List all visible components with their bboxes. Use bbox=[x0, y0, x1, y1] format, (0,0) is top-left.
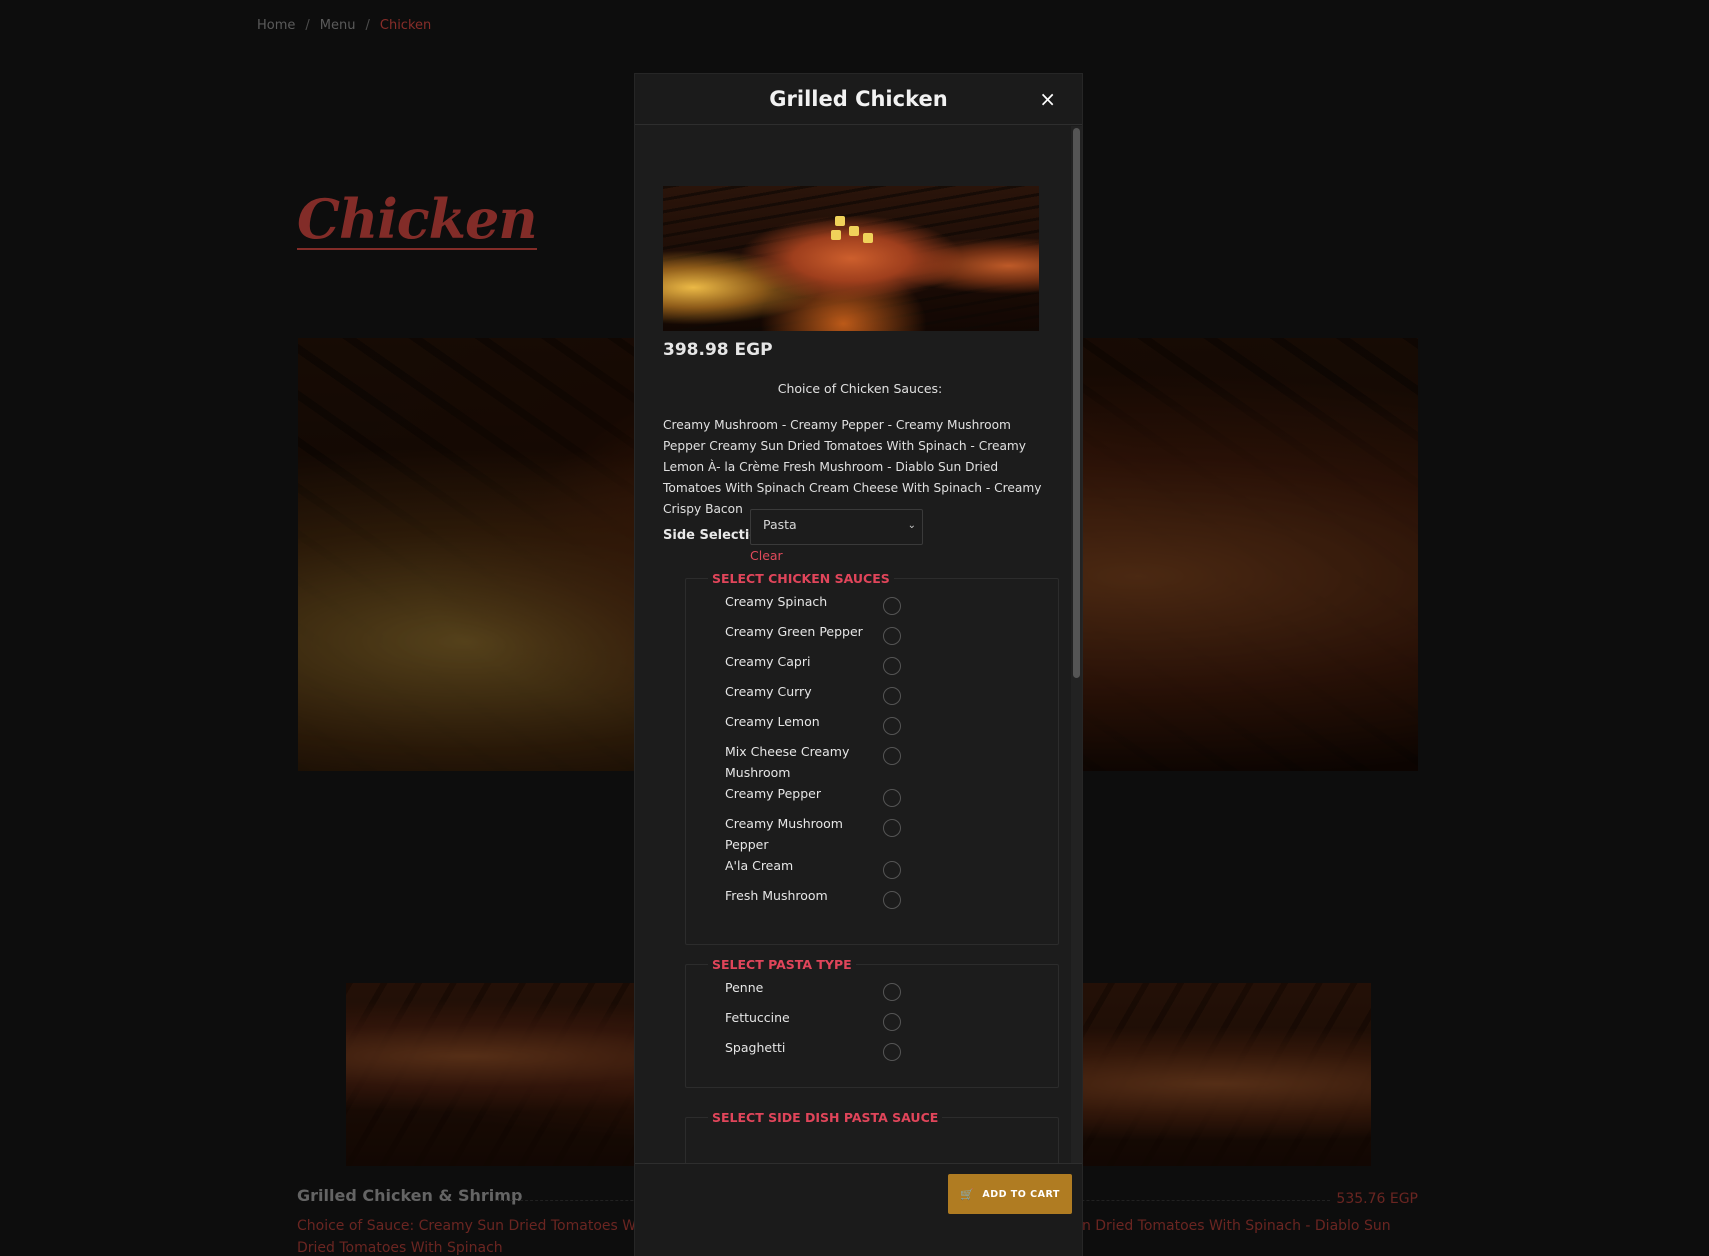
pasta-option-radio[interactable] bbox=[883, 1013, 901, 1031]
pasta-option-radio[interactable] bbox=[883, 1043, 901, 1061]
modal-title: Grilled Chicken bbox=[769, 87, 948, 111]
clear-selection-link[interactable]: Clear bbox=[750, 548, 783, 563]
product-image bbox=[663, 186, 1039, 331]
sauce-option-radio[interactable] bbox=[883, 597, 901, 615]
garnish-shape bbox=[863, 233, 873, 243]
pasta-options-list: Penne Fettuccine Spaghetti bbox=[685, 957, 1059, 1088]
sauce-option-radio[interactable] bbox=[883, 861, 901, 879]
modal-scrollbar[interactable] bbox=[1071, 126, 1082, 1236]
sauce-option-radio[interactable] bbox=[883, 891, 901, 909]
pasta-option-radio[interactable] bbox=[883, 983, 901, 1001]
close-icon[interactable]: × bbox=[1039, 87, 1056, 111]
garnish-shape bbox=[831, 230, 841, 240]
chevron-down-icon: ⌄ bbox=[907, 520, 916, 531]
product-description: Creamy Mushroom - Creamy Pepper - Creamy… bbox=[663, 418, 1042, 516]
choice-heading: Choice of Chicken Sauces: bbox=[777, 381, 943, 396]
sauce-options-list: Creamy Spinach Creamy Green Pepper Cream… bbox=[685, 571, 1059, 945]
side-selection-select[interactable]: Pasta ⌄ bbox=[750, 509, 923, 545]
sauce-option-radio[interactable] bbox=[883, 789, 901, 807]
modal-body: 398.98 EGP Choice of Chicken Sauces: Cre… bbox=[635, 126, 1082, 1236]
sauce-option-label: Mix Cheese Creamy Mushroom bbox=[725, 744, 850, 780]
garnish-shape bbox=[835, 216, 845, 226]
garnish-shape bbox=[849, 226, 859, 236]
add-to-cart-label: ADD TO CART bbox=[982, 1188, 1060, 1200]
product-modal: Grilled Chicken × 398.98 EGP Choice of C… bbox=[634, 73, 1083, 1256]
sauce-option-radio[interactable] bbox=[883, 657, 901, 675]
sauce-option-radio[interactable] bbox=[883, 687, 901, 705]
add-to-cart-button[interactable]: 🛒 ADD TO CART bbox=[948, 1174, 1072, 1214]
side-selection-value: Pasta bbox=[763, 517, 797, 532]
sauce-option-radio[interactable] bbox=[883, 717, 901, 735]
sauce-option-radio[interactable] bbox=[883, 627, 901, 645]
sauce-option-label: Creamy Mushroom Pepper bbox=[725, 816, 843, 852]
modal-header: Grilled Chicken × bbox=[635, 74, 1082, 125]
cart-icon: 🛒 bbox=[960, 1187, 975, 1201]
modal-footer: 🛒 ADD TO CART bbox=[635, 1163, 1082, 1256]
scrollbar-thumb[interactable] bbox=[1073, 128, 1080, 678]
sauce-option-radio[interactable] bbox=[883, 819, 901, 837]
side-sauce-group-legend: SELECT SIDE DISH PASTA SAUCE bbox=[712, 1110, 939, 1125]
sauce-option-radio[interactable] bbox=[883, 747, 901, 765]
product-price: 398.98 EGP bbox=[663, 340, 773, 360]
